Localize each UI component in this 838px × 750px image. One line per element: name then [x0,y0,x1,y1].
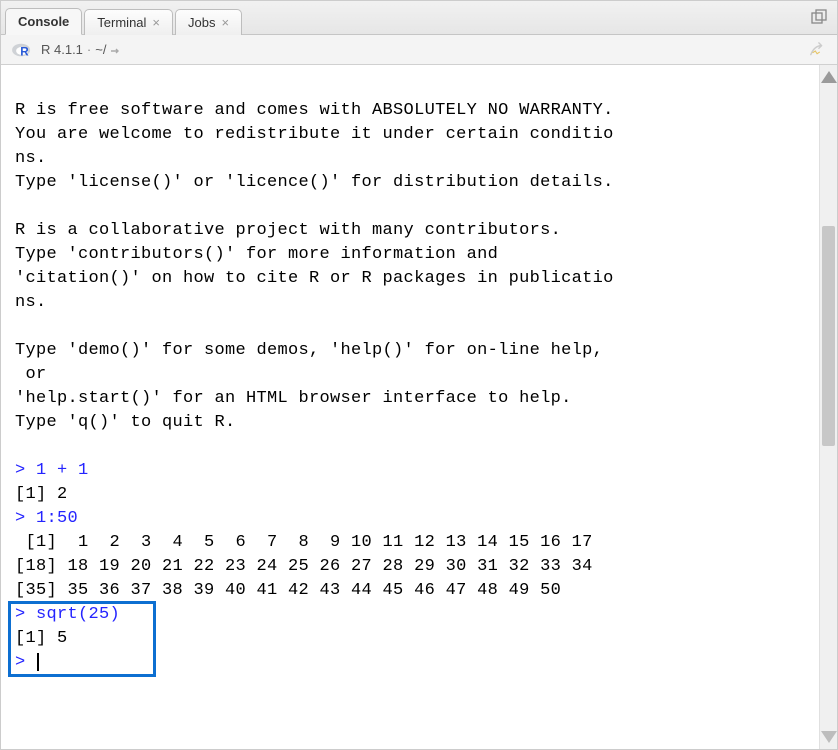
tab-bar: Console Terminal × Jobs × [1,1,837,35]
cursor [37,653,39,671]
console-text: R is a collaborative project with many c… [15,221,561,240]
close-icon[interactable]: × [221,16,229,29]
separator: · [87,42,91,57]
tab-label: Console [18,14,69,29]
tab-terminal[interactable]: Terminal × [84,9,173,35]
tab-console[interactable]: Console [5,8,82,35]
console-text: [1] 5 [15,629,68,648]
console-input: 1 + 1 [36,461,89,480]
console-text: You are welcome to redistribute it under… [15,125,614,144]
tab-jobs[interactable]: Jobs × [175,9,242,35]
prompt: > [15,605,26,624]
tab-label: Terminal [97,15,146,30]
console-text: [1] 2 [15,485,68,504]
console-text: or [15,365,47,384]
console-toolbar: R R 4.1.1 · ~/ [1,35,837,65]
popout-icon[interactable] [811,9,827,25]
console-input: 1:50 [36,509,78,528]
scroll-down-icon[interactable] [821,731,837,743]
arrow-icon[interactable] [110,42,124,57]
console-input: sqrt(25) [36,605,120,624]
scroll-track[interactable] [820,83,837,731]
console-text: [1] 1 2 3 4 5 6 7 8 9 10 11 12 13 14 15 … [15,533,593,552]
close-icon[interactable]: × [152,16,160,29]
console-text: Type 'demo()' for some demos, 'help()' f… [15,341,603,360]
prompt: > [15,509,26,528]
prompt: > [15,653,26,672]
tab-label: Jobs [188,15,215,30]
r-logo-icon: R [11,41,33,59]
working-directory[interactable]: ~/ [95,42,106,57]
console-output[interactable]: R is free software and comes with ABSOLU… [1,65,819,749]
console-text: ns. [15,149,47,168]
clear-console-icon[interactable] [809,42,827,58]
console-text: Type 'q()' to quit R. [15,413,236,432]
console-text: 'help.start()' for an HTML browser inter… [15,389,572,408]
console-text: R is free software and comes with ABSOLU… [15,101,614,120]
r-version: R 4.1.1 [41,42,83,57]
console-text: [35] 35 36 37 38 39 40 41 42 43 44 45 46… [15,581,561,600]
svg-text:R: R [20,45,29,58]
console-text: Type 'contributors()' for more informati… [15,245,498,264]
console-text: ns. [15,293,47,312]
scroll-thumb[interactable] [822,226,835,446]
scroll-up-icon[interactable] [821,71,837,83]
console-text: [18] 18 19 20 21 22 23 24 25 26 27 28 29… [15,557,593,576]
console-text: Type 'license()' or 'licence()' for dist… [15,173,614,192]
console-text: 'citation()' on how to cite R or R packa… [15,269,614,288]
scrollbar[interactable] [819,65,837,749]
prompt: > [15,461,26,480]
